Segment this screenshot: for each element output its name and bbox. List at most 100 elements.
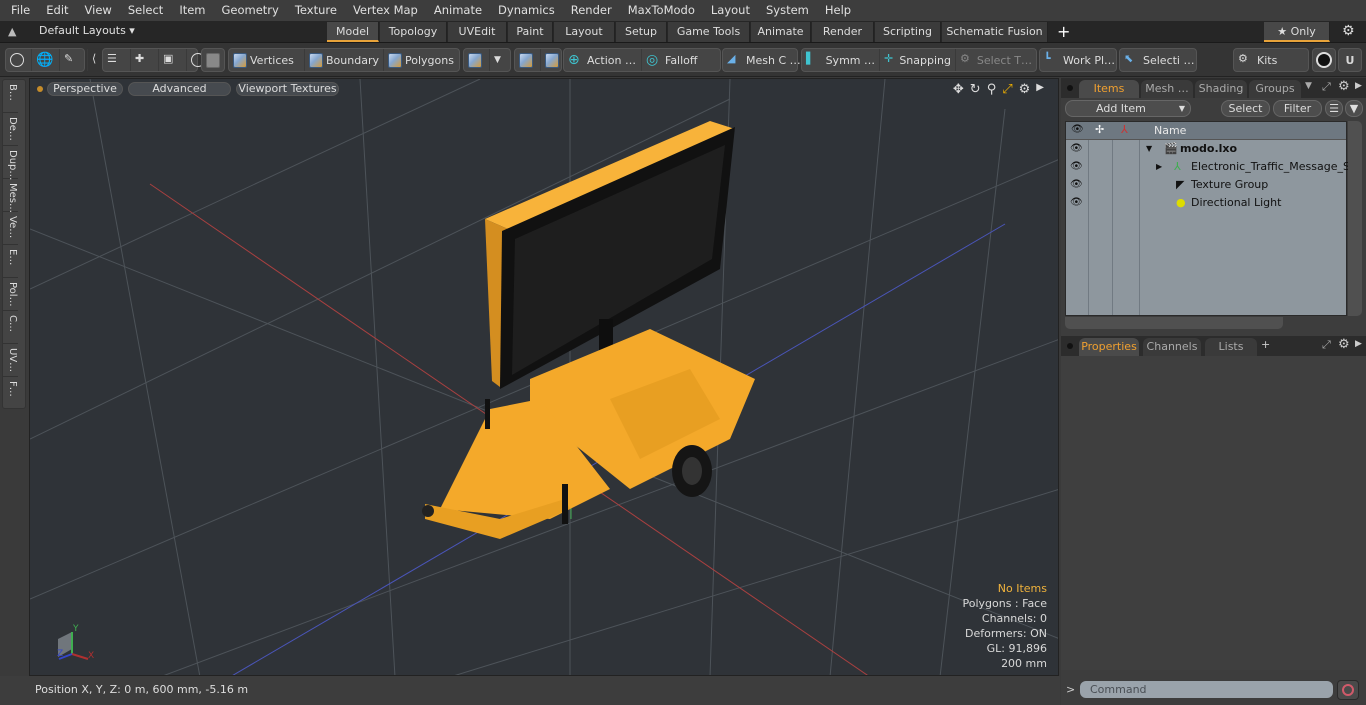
- menu-view[interactable]: View: [77, 0, 120, 21]
- tab-setup[interactable]: Setup: [616, 22, 667, 42]
- tab-uvedit[interactable]: UVEdit: [448, 22, 507, 42]
- globe-button[interactable]: 🌐: [32, 49, 60, 71]
- expand-right-icon[interactable]: ▶: [1156, 158, 1162, 176]
- stack-button[interactable]: ☰: [103, 49, 131, 71]
- menu-texture[interactable]: Texture: [287, 0, 345, 21]
- action-button[interactable]: ⊕ Action …: [564, 49, 642, 71]
- maximize-panel-icon[interactable]: ⤢: [1322, 338, 1331, 352]
- boundary-button[interactable]: Boundary: [305, 49, 384, 71]
- tab-model[interactable]: Model: [327, 22, 379, 42]
- menu-maxtomodo[interactable]: MaxToModo: [620, 0, 703, 21]
- list-options-button[interactable]: ☰: [1325, 100, 1343, 117]
- tab-shading[interactable]: Shading: [1195, 80, 1247, 98]
- panel-dot-icon[interactable]: [1067, 85, 1073, 91]
- tool-tab-basic[interactable]: B…: [3, 80, 18, 113]
- tab-items[interactable]: Items: [1079, 80, 1139, 98]
- square-circle-button[interactable]: ▣: [159, 49, 187, 71]
- collapse-up-icon[interactable]: ▲: [8, 25, 22, 39]
- maximize-panel-icon[interactable]: ⤢: [1322, 80, 1331, 94]
- tab-channels[interactable]: Channels: [1143, 338, 1201, 356]
- horizontal-scrollbar[interactable]: [1065, 317, 1283, 329]
- tab-scripting[interactable]: Scripting: [875, 22, 941, 42]
- eye-header-icon[interactable]: 👁: [1071, 124, 1084, 135]
- item-row-scene[interactable]: 👁 ▼ 🎬 modo.lxo: [1066, 140, 1346, 158]
- panel-arrow-icon[interactable]: ▶: [1355, 81, 1362, 91]
- tool-tab-uv[interactable]: UV…: [3, 344, 18, 377]
- menu-system[interactable]: System: [758, 0, 817, 21]
- viewport-gear-icon[interactable]: ⚙: [1019, 82, 1031, 97]
- vertices-button[interactable]: Vertices: [229, 49, 305, 71]
- snapping-button[interactable]: ✛ Snapping: [880, 49, 956, 71]
- menu-help[interactable]: Help: [817, 0, 859, 21]
- axes-header-icon[interactable]: ⅄: [1121, 123, 1128, 136]
- gear-icon[interactable]: ⚙: [1342, 23, 1355, 39]
- add-panel-tab-button[interactable]: +: [1261, 338, 1270, 351]
- panel-arrow-icon[interactable]: ▶: [1355, 339, 1362, 349]
- unreal-button[interactable]: U: [1338, 48, 1362, 72]
- add-tab-button[interactable]: +: [1057, 22, 1070, 41]
- select-through-button[interactable]: ⚙ Select T…: [956, 49, 1036, 71]
- tool-tab-vertex[interactable]: Ve…: [3, 212, 18, 245]
- visibility-eye-icon[interactable]: 👁: [1070, 194, 1084, 212]
- add-item-button[interactable]: Add Item ▼: [1065, 100, 1191, 117]
- zoom-icon[interactable]: ⚲: [987, 82, 997, 97]
- menu-select[interactable]: Select: [120, 0, 171, 21]
- kits-button[interactable]: ⚙ Kits: [1234, 49, 1281, 71]
- menu-layout[interactable]: Layout: [703, 0, 758, 21]
- expand-arrow-icon[interactable]: ▶: [1036, 82, 1044, 97]
- item-row-mesh[interactable]: 👁 ▶ ⅄ Electronic_Traffic_Message_S…: [1066, 158, 1361, 176]
- tabs-dropdown-icon[interactable]: ▼: [1305, 81, 1312, 91]
- item-row-texture-group[interactable]: 👁 ◤ Texture Group: [1066, 176, 1346, 194]
- command-input[interactable]: Command: [1080, 681, 1333, 698]
- panel-gear-icon[interactable]: ⚙: [1338, 337, 1350, 352]
- only-toggle[interactable]: ★ Only: [1264, 22, 1330, 42]
- menu-edit[interactable]: Edit: [38, 0, 76, 21]
- cross-button[interactable]: ✚: [131, 49, 159, 71]
- tool-tab-fusion[interactable]: F…: [3, 377, 18, 410]
- mesh-constraint-button[interactable]: ◢ Mesh C …: [723, 49, 805, 71]
- center-button[interactable]: [515, 49, 541, 71]
- visibility-eye-icon[interactable]: 👁: [1070, 158, 1084, 176]
- falloff-button[interactable]: ◎ Falloff: [642, 49, 720, 71]
- visibility-eye-icon[interactable]: 👁: [1070, 140, 1084, 158]
- item-mode-button[interactable]: [464, 49, 490, 71]
- tab-groups[interactable]: Groups: [1249, 80, 1301, 98]
- pen-button[interactable]: ✎: [60, 49, 88, 71]
- tool-tab-deform[interactable]: De…: [3, 113, 18, 146]
- tab-game-tools[interactable]: Game Tools: [668, 22, 750, 42]
- menu-animate[interactable]: Animate: [426, 0, 490, 21]
- tab-properties[interactable]: Properties: [1079, 338, 1139, 356]
- tool-tab-duplicate[interactable]: Dup…: [3, 146, 18, 180]
- filter-button[interactable]: Filter: [1273, 100, 1322, 117]
- maximize-icon[interactable]: ⤢: [1002, 82, 1012, 97]
- funnel-filter-button[interactable]: ▼: [1345, 100, 1363, 117]
- modo-cube-button[interactable]: [1312, 48, 1336, 72]
- tab-lists[interactable]: Lists: [1205, 338, 1257, 356]
- perspective-button[interactable]: Perspective: [47, 82, 123, 96]
- tool-tab-curve[interactable]: C…: [3, 311, 18, 344]
- advanced-button[interactable]: Advanced: [128, 82, 231, 96]
- record-button[interactable]: [1337, 680, 1359, 700]
- expand-down-icon[interactable]: ▼: [1146, 140, 1152, 158]
- panel-dot-icon[interactable]: [1067, 343, 1073, 349]
- tool-tab-polygon[interactable]: Pol…: [3, 278, 18, 311]
- polygons-button[interactable]: Polygons: [384, 49, 459, 71]
- default-layouts-dropdown[interactable]: Default Layouts ▾: [39, 24, 135, 37]
- tab-mesh[interactable]: Mesh …: [1141, 80, 1193, 98]
- panel-gear-icon[interactable]: ⚙: [1338, 79, 1350, 94]
- menu-file[interactable]: File: [0, 0, 38, 21]
- tab-layout[interactable]: Layout: [554, 22, 615, 42]
- menu-render[interactable]: Render: [563, 0, 620, 21]
- work-plane-button[interactable]: ┗ Work Pl…: [1040, 49, 1119, 71]
- selection-button[interactable]: ⬉ Selecti …: [1120, 49, 1199, 71]
- menu-dynamics[interactable]: Dynamics: [490, 0, 563, 21]
- item-row-directional-light[interactable]: 👁 ● Directional Light: [1066, 194, 1346, 212]
- pin-header-icon[interactable]: ✢: [1095, 123, 1104, 136]
- symmetry-button[interactable]: ▌ Symm …: [802, 49, 880, 71]
- menu-geometry[interactable]: Geometry: [214, 0, 287, 21]
- circle-select-button[interactable]: [6, 49, 32, 71]
- select-button[interactable]: Select: [1221, 100, 1270, 117]
- viewport-menu-dot[interactable]: [37, 86, 43, 92]
- pan-icon[interactable]: ✥: [953, 82, 964, 97]
- tab-schematic-fusion[interactable]: Schematic Fusion: [942, 22, 1048, 42]
